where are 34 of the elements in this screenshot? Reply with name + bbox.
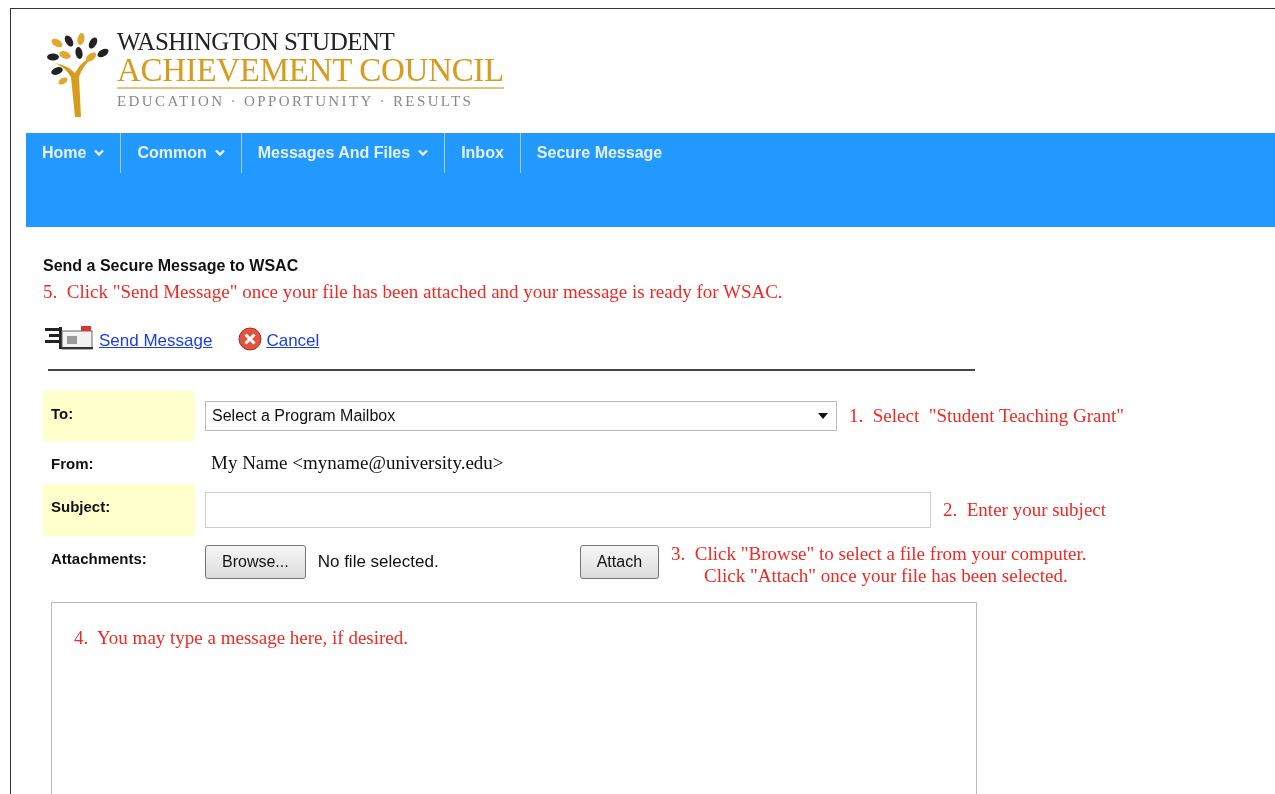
chevron-icon [94, 149, 105, 157]
cancel-link[interactable]: Cancel [266, 331, 320, 351]
page-heading: Send a Secure Message to WSAC [43, 257, 300, 275]
message-box[interactable]: 4. You may type a message here, if desired. [51, 602, 977, 794]
instruction-note: 4. You may type a message here, if desired. [74, 627, 408, 648]
file-status: No file selected. [317, 552, 440, 572]
nav-item[interactable]: Inbox [444, 133, 520, 173]
instruction-note: 1. Select "Student Teaching Grant" [849, 405, 1125, 427]
nav-item[interactable]: Home [26, 133, 121, 173]
sender-address: My Name <myname@university.edu> [210, 451, 504, 474]
subject-field[interactable] [205, 492, 931, 528]
send-message-link[interactable]: Send Message [99, 331, 213, 351]
field-label: From: [50, 454, 95, 474]
nav-item[interactable]: Common [120, 133, 241, 173]
nav-item[interactable]: Messages And Files [240, 133, 445, 173]
field-label: To: [43, 391, 195, 441]
cancel-icon [238, 327, 263, 351]
instruction-note: 3. Click "Browse" to select a file from your computer. [671, 543, 1087, 565]
instruction-note: Click "Attach" once your file has been selected. [703, 565, 1069, 587]
nav-item[interactable]: Secure Message [519, 133, 679, 173]
logo-title: WASHINGTON STUDENT [117, 29, 396, 55]
instruction-note: 2. Enter your subject [943, 499, 1107, 521]
logo-title: ACHIEVEMENT COUNCIL [117, 55, 504, 89]
instruction-note: 5. Click "Send Message" once your file has been attached and your message is ready for WSAC. [43, 281, 784, 303]
mailbox-select[interactable]: Select a Program Mailbox [205, 401, 837, 431]
chevron-icon [214, 149, 225, 157]
browse-button[interactable]: Browse... [205, 545, 306, 579]
mail-icon [43, 325, 95, 351]
dropdown-arrow-icon [818, 413, 828, 419]
logo-tagline: EDUCATION · OPPORTUNITY · RESULTS [117, 92, 475, 111]
chevron-icon [418, 149, 429, 157]
field-label: Attachments: [50, 549, 148, 567]
field-label: Subject: [43, 484, 195, 536]
attach-button[interactable]: Attach [579, 545, 660, 579]
